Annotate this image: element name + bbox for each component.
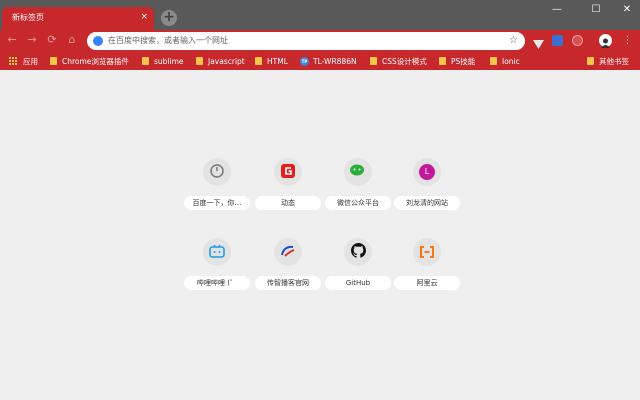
folder-icon	[50, 57, 57, 65]
omnibox-placeholder: 在百度中搜索，或者输入一个网址	[108, 36, 228, 45]
bookmark-label: PS技能	[451, 56, 476, 66]
bookmark-label: 应用	[23, 56, 38, 66]
bilibili-icon	[209, 243, 225, 262]
bookmark-label: 其他书签	[599, 56, 629, 66]
bookmark-label: HTML	[267, 56, 288, 66]
shortcut-label: 传智播客官网	[255, 276, 321, 290]
shortcut-label: 动态	[255, 196, 321, 210]
folder-icon	[490, 57, 497, 65]
shortcut-icon-circle	[203, 238, 231, 266]
folder-icon	[370, 57, 377, 65]
shortcut-tile[interactable]: 阿里云	[391, 238, 463, 298]
back-button[interactable]: ←	[4, 32, 20, 48]
bookmark-label: CSS设计模式	[382, 56, 427, 66]
bookmark-label: Chrome浏览器插件	[62, 56, 129, 66]
home-button[interactable]: ⌂	[64, 32, 80, 48]
tab-close-icon[interactable]: ×	[140, 11, 148, 23]
shortcut-label: 阿里云	[394, 276, 460, 290]
shortcut-tile[interactable]: 微信公众平台	[322, 158, 394, 218]
reload-button[interactable]: ⟳	[44, 32, 60, 48]
itcast-icon	[280, 243, 296, 262]
address-bar[interactable]: 在百度中搜索，或者输入一个网址 ☆	[87, 32, 525, 50]
shortcut-tile[interactable]: L 刘龙清的网站	[391, 158, 463, 218]
forward-button[interactable]: →	[24, 32, 40, 48]
folder-icon	[255, 57, 262, 65]
shortcut-icon-circle	[274, 238, 302, 266]
shortcut-tile[interactable]: 哔哩哔哩 (゜	[181, 238, 253, 298]
shortcut-label: 哔哩哔哩 (゜	[184, 276, 250, 290]
tp-link-icon: TP	[300, 56, 309, 66]
letter-l-icon: L	[419, 164, 435, 180]
bookmark-other[interactable]: 其他书签	[587, 55, 629, 67]
new-tab-page: 百度一下，你… 动态 微信公众平台 L 刘龙清的网站 哔哩哔哩 (゜ 传智播客官…	[0, 70, 640, 400]
bookmark-item[interactable]: TP TL-WR886N	[300, 55, 357, 67]
bookmark-label: sublime	[154, 56, 184, 66]
shortcut-icon-circle	[203, 158, 231, 186]
github-icon	[350, 242, 366, 262]
wechat-icon	[350, 163, 366, 182]
bookmark-label: Javascript	[208, 56, 245, 66]
bookmark-label: TL-WR886N	[313, 56, 357, 66]
bookmark-item[interactable]: sublime	[142, 55, 184, 67]
shortcut-icon-circle	[344, 238, 372, 266]
shortcut-icon-circle	[274, 158, 302, 186]
profile-avatar-icon[interactable]	[599, 34, 612, 48]
folder-icon	[587, 57, 594, 65]
folder-icon	[196, 57, 203, 65]
shortcut-tile[interactable]: 动态	[252, 158, 324, 218]
folder-icon	[142, 57, 149, 65]
folder-icon	[439, 57, 446, 65]
active-tab[interactable]: 新标签页 ×	[2, 7, 154, 30]
aliyun-icon	[419, 243, 435, 262]
bookmark-item[interactable]: HTML	[255, 55, 288, 67]
bookmark-item[interactable]: Javascript	[196, 55, 245, 67]
new-tab-button[interactable]: +	[161, 10, 177, 26]
bookmark-star-icon[interactable]: ☆	[509, 34, 518, 48]
extension-blue-icon[interactable]	[552, 35, 563, 46]
shortcut-label: GitHub	[325, 276, 391, 290]
apps-grid-icon	[9, 57, 17, 65]
menu-kebab-icon[interactable]: ⋮	[622, 35, 633, 46]
bookmark-item[interactable]: Chrome浏览器插件	[50, 55, 129, 67]
vue-devtools-icon[interactable]	[533, 35, 544, 49]
bookmark-item[interactable]: PS技能	[439, 55, 475, 67]
title-bar: 新标签页 × + — ☐ ✕	[0, 0, 640, 30]
shortcut-label: 百度一下，你…	[184, 196, 250, 210]
minimize-button[interactable]: —	[546, 2, 568, 18]
toolbar: ← → ⟳ ⌂ 在百度中搜索，或者输入一个网址 ☆ ⋮	[0, 30, 640, 52]
maximize-button[interactable]: ☐	[585, 2, 607, 18]
shortcut-icon-circle	[344, 158, 372, 186]
bookmarks-bar: 应用 Chrome浏览器插件 sublime Javascript HTML T…	[0, 52, 640, 70]
extension-red-icon[interactable]	[572, 35, 583, 46]
close-window-button[interactable]: ✕	[616, 2, 638, 18]
shortcut-tile[interactable]: 百度一下，你…	[181, 158, 253, 218]
bookmark-item[interactable]: Ionic	[490, 55, 520, 67]
shortcut-icon-circle: L	[413, 158, 441, 186]
shortcut-label: 刘龙清的网站	[394, 196, 460, 210]
tab-title: 新标签页	[12, 13, 44, 22]
bookmark-item[interactable]: CSS设计模式	[370, 55, 427, 67]
shortcut-label: 微信公众平台	[325, 196, 391, 210]
bookmark-apps[interactable]: 应用	[9, 55, 38, 67]
shortcut-tile[interactable]: 传智播客官网	[252, 238, 324, 298]
shortcut-tile[interactable]: GitHub	[322, 238, 394, 298]
bookmark-label: Ionic	[502, 56, 520, 66]
baidu-icon	[210, 163, 224, 182]
baidu-search-icon	[93, 36, 103, 46]
shortcut-icon-circle	[413, 238, 441, 266]
dongtai-icon	[281, 163, 295, 182]
